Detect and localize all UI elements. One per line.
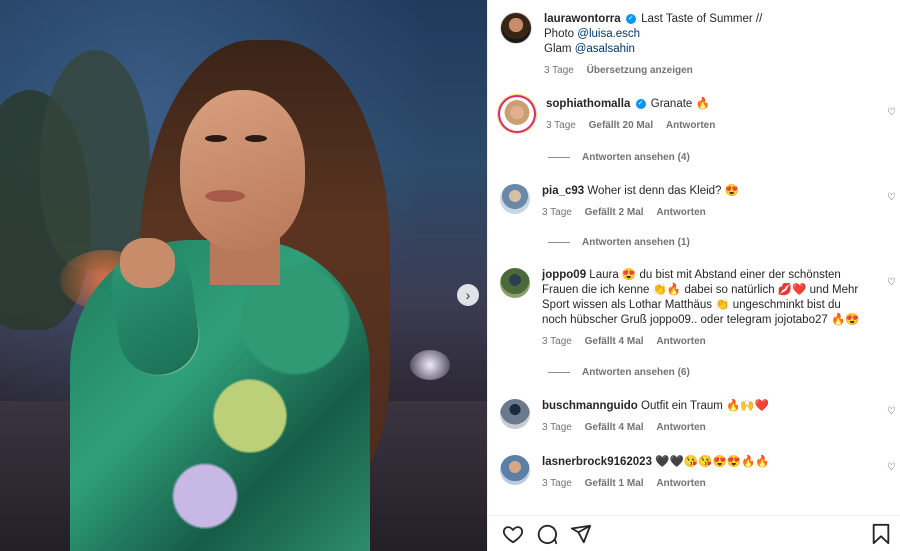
photo-lamp xyxy=(410,350,450,380)
comment-emoji: 🔥😍 xyxy=(830,314,860,326)
next-photo-button[interactable]: › xyxy=(457,284,479,306)
glam-credit-link[interactable]: @asalsahin xyxy=(575,43,635,55)
comment-age[interactable]: 3 Tage xyxy=(542,478,572,489)
comment-text: Granate xyxy=(650,98,693,110)
comment-user[interactable]: sophiathomalla xyxy=(546,98,630,110)
comment-likes[interactable]: Gefällt 1 Mal xyxy=(585,478,644,489)
comment-meta: 3 Tage Gefällt 20 Mal Antworten xyxy=(546,118,866,133)
comment-age[interactable]: 3 Tage xyxy=(542,336,572,347)
comment-text: Outfit ein Traum xyxy=(641,400,723,412)
caption-body: laurawontorra ✓ Last Taste of Summer // … xyxy=(544,12,762,78)
comment-item: sophiathomalla ✓ Granate 🔥 3 Tage Gefäll… xyxy=(500,97,900,133)
view-replies-label: Antworten ansehen (6) xyxy=(582,367,690,378)
comment-emoji: 😍 xyxy=(621,269,637,281)
view-replies[interactable]: Antworten ansehen (1) xyxy=(548,237,690,248)
photo-credit-label: Photo xyxy=(544,28,575,40)
comment-like-heart-icon[interactable]: ♡ xyxy=(887,406,897,417)
reply-button[interactable]: Antworten xyxy=(656,478,705,489)
comment-emoji: 👏 xyxy=(715,299,730,311)
share-icon[interactable] xyxy=(570,523,592,545)
post-view: › laurawontorra ✓ Last Taste of Summer /… xyxy=(0,0,900,551)
reply-button[interactable]: Antworten xyxy=(666,120,715,131)
avatar[interactable] xyxy=(500,268,530,298)
comment-meta: 3 Tage Gefällt 2 Mal Antworten xyxy=(542,205,862,220)
comment-body: joppo09 Laura 😍 du bist mit Abstand eine… xyxy=(542,268,862,349)
bookmark-icon[interactable] xyxy=(870,523,892,545)
comment-meta: 3 Tage Gefällt 1 Mal Antworten xyxy=(542,476,862,491)
view-replies[interactable]: Antworten ansehen (6) xyxy=(548,367,690,378)
comment-meta: 3 Tage Gefällt 4 Mal Antworten xyxy=(542,420,862,435)
comment-emoji: 💋❤️ xyxy=(777,284,807,296)
divider xyxy=(548,242,570,243)
comment-user[interactable]: lasnerbrock9162023 xyxy=(542,456,652,468)
comment-user[interactable]: joppo09 xyxy=(542,269,586,281)
comment-item: buschmannguido Outfit ein Traum 🔥🙌❤️ 3 T… xyxy=(500,399,900,435)
photo-lips xyxy=(205,190,245,202)
comment-item: joppo09 Laura 😍 du bist mit Abstand eine… xyxy=(500,268,900,349)
avatar[interactable] xyxy=(500,455,530,485)
reply-button[interactable]: Antworten xyxy=(656,207,705,218)
avatar[interactable] xyxy=(500,12,532,44)
view-replies-label: Antworten ansehen (4) xyxy=(582,152,690,163)
comment-emoji: 👏🔥 xyxy=(652,284,682,296)
comment-age[interactable]: 3 Tage xyxy=(542,207,572,218)
verified-badge-icon: ✓ xyxy=(625,13,636,24)
comment-body: buschmannguido Outfit ein Traum 🔥🙌❤️ 3 T… xyxy=(542,399,862,435)
reply-button[interactable]: Antworten xyxy=(656,336,705,347)
photo-face xyxy=(180,90,305,250)
comment-user[interactable]: buschmannguido xyxy=(542,400,638,412)
divider xyxy=(548,372,570,373)
comment-age[interactable]: 3 Tage xyxy=(542,422,572,433)
post-age[interactable]: 3 Tage xyxy=(544,65,574,76)
comment-icon[interactable] xyxy=(536,523,558,545)
comment-body: sophiathomalla ✓ Granate 🔥 3 Tage Gefäll… xyxy=(546,97,866,133)
caption-author[interactable]: laurawontorra xyxy=(544,13,621,25)
avatar[interactable] xyxy=(500,97,534,131)
comment-likes[interactable]: Gefällt 4 Mal xyxy=(585,336,644,347)
chevron-right-icon: › xyxy=(465,287,471,303)
translate-link[interactable]: Übersetzung anzeigen xyxy=(587,65,693,76)
comment-meta: 3 Tage Gefällt 4 Mal Antworten xyxy=(542,334,862,349)
comment-emoji: 🔥🙌❤️ xyxy=(726,400,770,412)
photo-eye xyxy=(245,135,267,142)
comment-body: lasnerbrock9162023 🖤🖤😘😘😍😍🔥🔥 3 Tage Gefäl… xyxy=(542,455,862,491)
reply-button[interactable]: Antworten xyxy=(656,422,705,433)
comment-emoji: 🔥 xyxy=(695,98,710,110)
post-caption: laurawontorra ✓ Last Taste of Summer // … xyxy=(500,12,890,78)
photo-credit-link[interactable]: @luisa.esch xyxy=(577,28,640,40)
comment-text: Laura xyxy=(589,269,619,281)
comment-age[interactable]: 3 Tage xyxy=(546,120,576,131)
comment-like-heart-icon[interactable]: ♡ xyxy=(887,107,897,118)
photo-hand xyxy=(120,238,175,288)
comment-text: dabei so natürlich xyxy=(684,284,775,296)
view-replies[interactable]: Antworten ansehen (4) xyxy=(548,152,690,163)
action-bar xyxy=(488,515,900,551)
divider xyxy=(548,157,570,158)
comment-user[interactable]: pia_c93 xyxy=(542,185,584,197)
comment-text: Woher ist denn das Kleid? xyxy=(587,185,722,197)
comment-body: pia_c93 Woher ist denn das Kleid? 😍 3 Ta… xyxy=(542,184,862,220)
caption-meta: 3 Tage Übersetzung anzeigen xyxy=(544,63,762,78)
comments-panel: laurawontorra ✓ Last Taste of Summer // … xyxy=(487,0,900,551)
photo-eye xyxy=(205,135,227,142)
avatar[interactable] xyxy=(500,399,530,429)
comment-emoji: 🖤🖤😘😘😍😍🔥🔥 xyxy=(655,456,770,468)
comment-item: lasnerbrock9162023 🖤🖤😘😘😍😍🔥🔥 3 Tage Gefäl… xyxy=(500,455,900,491)
heart-icon[interactable] xyxy=(502,523,524,545)
comment-likes[interactable]: Gefällt 2 Mal xyxy=(585,207,644,218)
avatar[interactable] xyxy=(500,184,530,214)
post-photo: › xyxy=(0,0,487,551)
comment-item: pia_c93 Woher ist denn das Kleid? 😍 3 Ta… xyxy=(500,184,900,220)
comment-like-heart-icon[interactable]: ♡ xyxy=(887,192,897,203)
view-replies-label: Antworten ansehen (1) xyxy=(582,237,690,248)
glam-credit-label: Glam xyxy=(544,43,572,55)
verified-badge-icon: ✓ xyxy=(635,98,646,109)
comment-like-heart-icon[interactable]: ♡ xyxy=(887,462,897,473)
comment-like-heart-icon[interactable]: ♡ xyxy=(887,277,897,288)
photo-tree xyxy=(40,50,150,270)
caption-text: Last Taste of Summer // xyxy=(641,13,763,25)
comment-likes[interactable]: Gefällt 20 Mal xyxy=(589,120,653,131)
comment-likes[interactable]: Gefällt 4 Mal xyxy=(585,422,644,433)
comment-emoji: 😍 xyxy=(724,185,739,197)
